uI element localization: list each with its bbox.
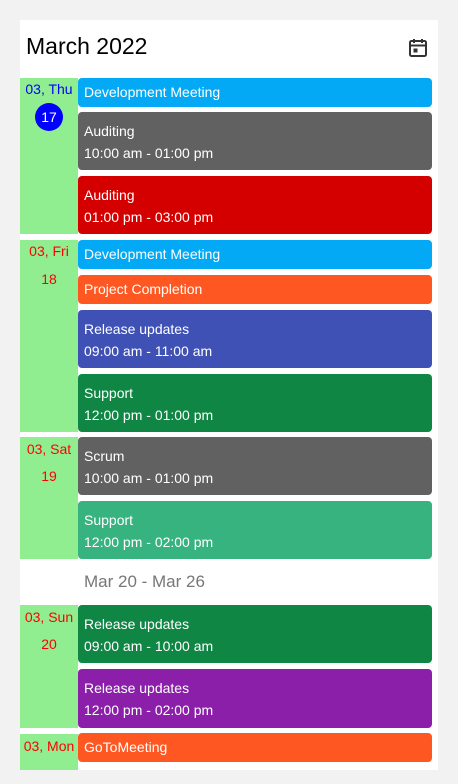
event-title: Auditing bbox=[84, 187, 135, 203]
date-number[interactable]: 18 bbox=[35, 265, 63, 293]
day-column-thu bbox=[20, 78, 78, 234]
event-support[interactable]: Support 12:00 pm - 01:00 pm bbox=[78, 374, 432, 432]
event-title: Support bbox=[84, 385, 134, 401]
event-project-completion[interactable]: Project Completion bbox=[78, 275, 432, 304]
day-label[interactable]: 03, Mon bbox=[20, 738, 78, 754]
date-number[interactable]: 19 bbox=[35, 462, 63, 490]
event-time: 01:00 pm - 03:00 pm bbox=[84, 209, 214, 225]
event-title: Release updates bbox=[84, 321, 190, 337]
event-time: 12:00 pm - 02:00 pm bbox=[84, 702, 214, 718]
schedule-header: March 2022 bbox=[20, 20, 438, 76]
month-title[interactable]: March 2022 bbox=[26, 33, 147, 60]
event-development-meeting[interactable]: Development Meeting bbox=[78, 78, 432, 107]
event-title: Development Meeting bbox=[84, 84, 221, 100]
date-number[interactable]: 20 bbox=[35, 630, 63, 658]
event-auditing[interactable]: Auditing 10:00 am - 01:00 pm bbox=[78, 112, 432, 170]
event-time: 10:00 am - 01:00 pm bbox=[84, 145, 214, 161]
event-time: 12:00 pm - 02:00 pm bbox=[84, 534, 214, 550]
event-release-updates[interactable]: Release updates 09:00 am - 10:00 am bbox=[78, 605, 432, 663]
event-title: Release updates bbox=[84, 616, 190, 632]
event-time: 09:00 am - 11:00 am bbox=[84, 343, 213, 359]
event-time: 12:00 pm - 01:00 pm bbox=[84, 407, 214, 423]
event-development-meeting[interactable]: Development Meeting bbox=[78, 240, 432, 269]
week-separator: Mar 20 - Mar 26 bbox=[84, 572, 205, 591]
calendar-today-icon[interactable] bbox=[406, 36, 430, 60]
event-auditing[interactable]: Auditing 01:00 pm - 03:00 pm bbox=[78, 176, 432, 234]
today-date-circle[interactable]: 17 bbox=[35, 103, 63, 131]
event-title: GoToMeeting bbox=[84, 739, 168, 755]
event-support[interactable]: Support 12:00 pm - 02:00 pm bbox=[78, 501, 432, 559]
event-title: Project Completion bbox=[84, 281, 203, 297]
event-title: Release updates bbox=[84, 680, 190, 696]
event-time: 10:00 am - 01:00 pm bbox=[84, 470, 214, 486]
event-release-updates[interactable]: Release updates 09:00 am - 11:00 am bbox=[78, 310, 432, 368]
event-release-updates[interactable]: Release updates 12:00 pm - 02:00 pm bbox=[78, 669, 432, 728]
event-title: Development Meeting bbox=[84, 246, 221, 262]
day-label[interactable]: 03, Sun bbox=[20, 609, 78, 625]
event-title: Scrum bbox=[84, 448, 125, 464]
event-time: 09:00 am - 10:00 am bbox=[84, 638, 214, 654]
day-label[interactable]: 03, Thu bbox=[20, 81, 78, 97]
schedule-view: March 2022 03, Thu 17 Development Meetin… bbox=[20, 20, 438, 770]
day-label[interactable]: 03, Fri bbox=[20, 243, 78, 259]
day-label[interactable]: 03, Sat bbox=[20, 441, 78, 457]
event-title: Support bbox=[84, 512, 134, 528]
event-gotomeeting[interactable]: GoToMeeting bbox=[78, 733, 432, 762]
event-title: Auditing bbox=[84, 123, 135, 139]
event-scrum[interactable]: Scrum 10:00 am - 01:00 pm bbox=[78, 437, 432, 495]
